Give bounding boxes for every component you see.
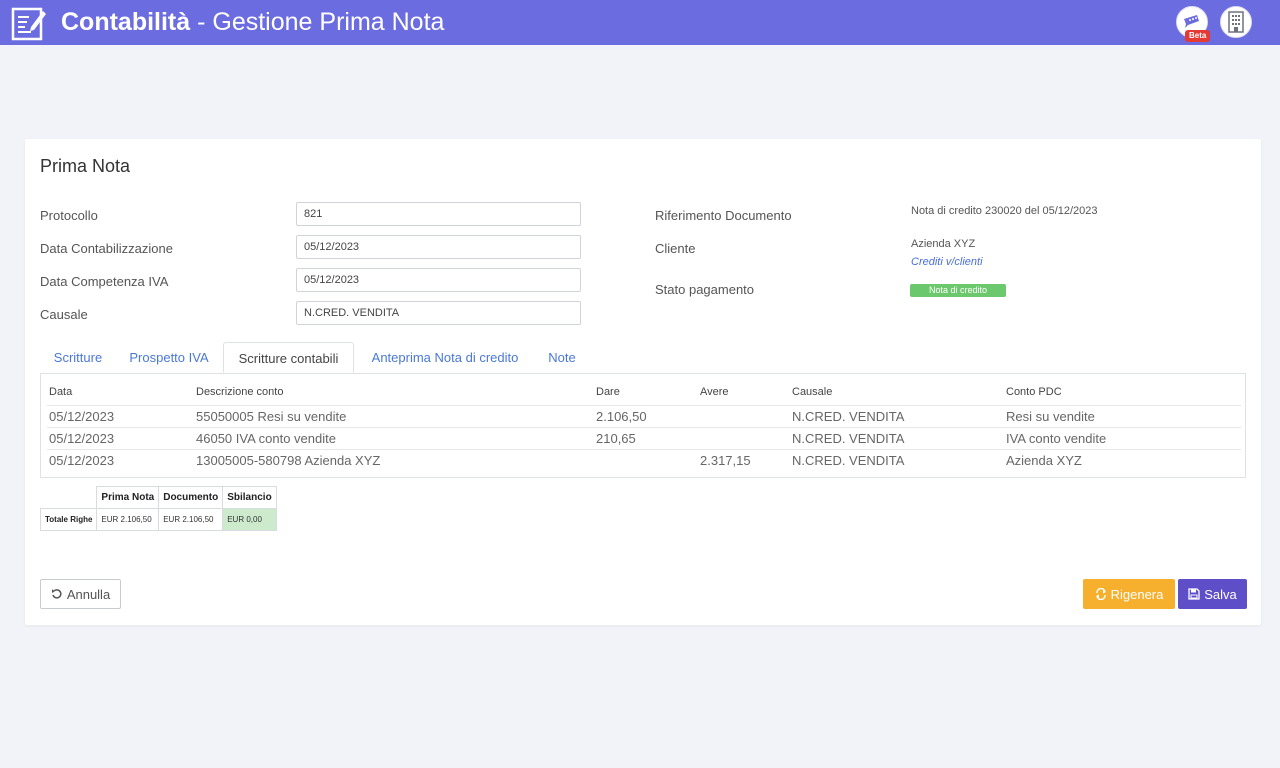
totals-row-label: Totale Righe	[39, 508, 98, 531]
cell-data: 05/12/2023	[49, 453, 115, 468]
causale-label: Causale	[40, 307, 88, 322]
cell-data: 05/12/2023	[49, 409, 115, 424]
cliente-account-link[interactable]: Crediti v/clienti	[911, 256, 983, 268]
data-contabilizzazione-label: Data Contabilizzazione	[40, 241, 173, 256]
salva-label: Salva	[1204, 586, 1237, 602]
riferimento-documento-value: Nota di credito 230020 del 05/12/2023	[911, 205, 1098, 217]
totals-header-sbilancio: Sbilancio	[222, 486, 277, 509]
save-icon	[1188, 588, 1200, 600]
tab-anteprima-nota-credito[interactable]: Anteprima Nota di credito	[360, 342, 530, 373]
data-competenza-iva-label: Data Competenza IVA	[40, 274, 169, 289]
cell-dare: 210,65	[596, 431, 636, 446]
totals-documento: EUR 2.106,50	[158, 508, 224, 531]
tab-bar: Scritture Prospetto IVA Scritture contab…	[40, 342, 1246, 373]
cell-causale: N.CRED. VENDITA	[792, 453, 905, 468]
edit-document-icon	[11, 7, 46, 41]
stato-pagamento-label: Stato pagamento	[655, 282, 755, 297]
col-header-data: Data	[49, 386, 73, 398]
col-header-dare: Dare	[596, 386, 620, 398]
totals-header-prima-nota: Prima Nota	[96, 486, 160, 509]
scritture-contabili-table: Data Descrizione conto Dare Avere Causal…	[40, 373, 1246, 478]
col-header-avere: Avere	[700, 386, 729, 398]
row-divider	[47, 449, 1241, 450]
undo-icon	[51, 589, 62, 599]
top-bar: Contabilità - Gestione Prima Nota Beta	[0, 0, 1280, 45]
col-header-descrizione: Descrizione conto	[196, 386, 284, 398]
card-title: Prima Nota	[40, 156, 131, 176]
cell-avere: 2.317,15	[700, 453, 751, 468]
cell-conto-pdc: Resi su vendite	[1006, 409, 1095, 424]
col-header-causale: Causale	[792, 386, 833, 398]
totals-sbilancio: EUR 0,00	[222, 508, 277, 531]
cell-conto-pdc: Azienda XYZ	[1006, 453, 1082, 468]
row-divider	[47, 405, 1241, 406]
row-divider	[47, 427, 1241, 428]
cell-conto-pdc: IVA conto vendite	[1006, 431, 1107, 446]
annulla-button[interactable]: Annulla	[40, 579, 121, 609]
cell-causale: N.CRED. VENDITA	[792, 431, 905, 446]
app-title: Contabilità - Gestione Prima Nota	[61, 8, 445, 36]
rigenera-label: Rigenera	[1110, 586, 1164, 602]
beta-badge: Beta	[1185, 30, 1211, 42]
building-icon	[1228, 11, 1244, 33]
data-competenza-iva-input[interactable]: 05/12/2023	[296, 268, 581, 292]
cell-data: 05/12/2023	[49, 431, 115, 446]
totals-header-documento: Documento	[158, 486, 224, 509]
rigenera-button[interactable]: Rigenera	[1083, 579, 1175, 609]
riferimento-documento-label: Riferimento Documento	[655, 208, 792, 223]
totals-prima-nota: EUR 2.106,50	[96, 508, 160, 531]
cell-descrizione: 46050 IVA conto vendite	[196, 431, 336, 446]
tab-scritture-contabili[interactable]: Scritture contabili	[223, 342, 354, 373]
tab-note[interactable]: Note	[542, 342, 582, 373]
data-contabilizzazione-input[interactable]: 05/12/2023	[296, 235, 581, 259]
company-button[interactable]	[1220, 6, 1252, 38]
col-header-conto-pdc: Conto PDC	[1006, 386, 1062, 398]
prima-nota-card: Prima Nota Protocollo 821 Data Contabili…	[25, 139, 1261, 625]
cell-dare: 2.106,50	[596, 409, 647, 424]
refresh-icon	[1095, 588, 1106, 600]
protocollo-label: Protocollo	[40, 208, 98, 223]
chat-icon	[1184, 15, 1199, 28]
cell-causale: N.CRED. VENDITA	[792, 409, 905, 424]
totals-corner	[41, 487, 97, 509]
salva-button[interactable]: Salva	[1178, 579, 1247, 609]
cliente-name: Azienda XYZ	[911, 238, 976, 250]
cell-descrizione: 13005005-580798 Azienda XYZ	[196, 453, 381, 468]
tab-prospetto-iva[interactable]: Prospetto IVA	[120, 342, 218, 373]
cell-descrizione: 55050005 Resi su vendite	[196, 409, 347, 424]
annulla-label: Annulla	[66, 586, 111, 602]
protocollo-input[interactable]: 821	[296, 202, 581, 226]
cliente-label: Cliente	[655, 241, 696, 256]
causale-input[interactable]: N.CRED. VENDITA	[296, 301, 581, 325]
stato-pagamento-badge: Nota di credito	[910, 284, 1006, 297]
totals-table: Prima Nota Documento Sbilancio Totale Ri…	[39, 486, 277, 531]
tab-scritture[interactable]: Scritture	[40, 342, 116, 373]
